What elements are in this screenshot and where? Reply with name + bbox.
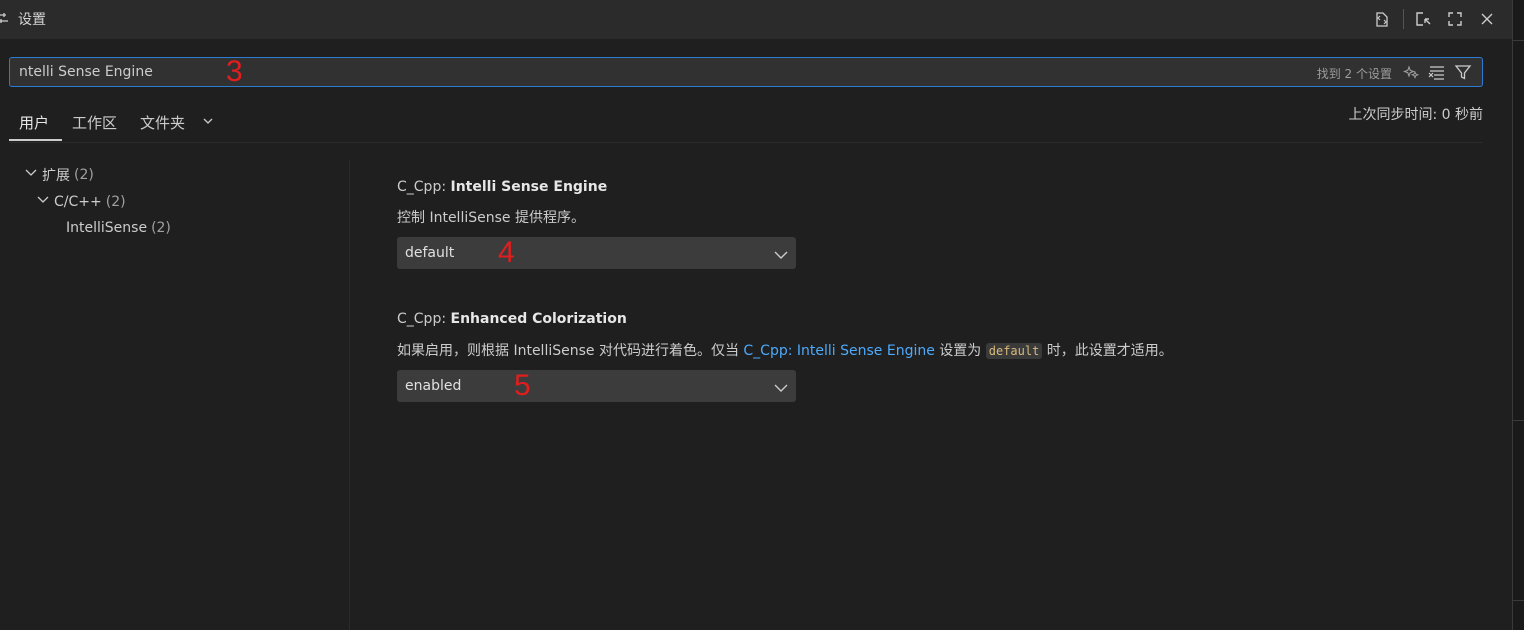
enhanced-colorization-select[interactable]: enabled 5: [397, 369, 796, 402]
intellisense-engine-select[interactable]: default 4: [397, 236, 796, 269]
tree-item-extensions[interactable]: 扩展 (2): [24, 165, 94, 185]
annotation-number: 3: [226, 55, 243, 88]
settings-scope-tabs: 用户 工作区 文件夹: [9, 106, 1483, 143]
setting-description: 如果启用，则根据 IntelliSense 对代码进行着色。仅当 C_Cpp: …: [397, 340, 1173, 360]
split-editor-icon[interactable]: [1410, 7, 1436, 31]
title-bar: 设置: [0, 0, 1512, 39]
maximize-icon[interactable]: [1442, 7, 1468, 31]
title-actions: [1363, 7, 1500, 31]
tree-item-cpp[interactable]: C/C++ (2): [36, 193, 126, 211]
desc-text: 如果启用，则根据 IntelliSense 对代码进行着色。仅当: [397, 343, 744, 359]
tab-workspace[interactable]: 工作区: [72, 112, 117, 133]
chevron-down-icon: [24, 166, 42, 184]
setting-title: C_Cpp: Enhanced Colorization: [397, 311, 627, 327]
search-query: ntelli Sense Engine: [19, 64, 153, 80]
desc-text: 时，此设置才适用。: [1042, 343, 1173, 359]
tree-item-count: (2): [105, 194, 126, 210]
active-tab-indicator: [9, 139, 62, 141]
open-settings-json-icon[interactable]: [1369, 7, 1395, 31]
setting-name: Enhanced Colorization: [450, 311, 627, 327]
desc-text: 设置为: [934, 343, 986, 359]
right-edge-panel: [1512, 0, 1524, 630]
setting-category: C_Cpp:: [397, 179, 451, 195]
tree-item-label: C/C++: [54, 194, 102, 210]
setting-description: 控制 IntelliSense 提供程序。: [397, 210, 585, 226]
clear-filter-icon[interactable]: [1424, 61, 1450, 83]
toolbar-divider: [1403, 9, 1404, 29]
select-value: default: [405, 245, 455, 261]
tree-item-count: (2): [74, 167, 94, 183]
tree-item-label: 扩展: [42, 168, 70, 184]
tab-folder[interactable]: 文件夹: [140, 112, 185, 133]
chevron-down-icon: [774, 381, 788, 397]
tree-item-label: IntelliSense: [66, 220, 148, 236]
settings-search-input[interactable]: ntelli Sense Engine 3 找到 2 个设置: [9, 55, 1483, 88]
settings-toc-tree: 扩展 (2) C/C++ (2) IntelliSense (2): [0, 160, 350, 630]
tree-item-count: (2): [151, 220, 171, 236]
search-tools: [1398, 61, 1476, 83]
ai-sparkle-icon[interactable]: [1398, 61, 1424, 83]
chevron-down-icon: [36, 193, 54, 211]
close-icon[interactable]: [1474, 7, 1500, 31]
sync-status: 上次同步时间: 0 秒前: [1348, 107, 1483, 123]
select-value: enabled: [405, 378, 462, 394]
chevron-down-icon: [774, 248, 788, 264]
annotation-number: 5: [514, 369, 531, 402]
tree-item-intellisense[interactable]: IntelliSense (2): [66, 220, 171, 236]
filter-icon[interactable]: [1450, 61, 1476, 83]
chevron-down-icon[interactable]: [202, 115, 214, 131]
settings-sliders-icon: [0, 10, 10, 26]
setting-link[interactable]: C_Cpp: Intelli Sense Engine: [743, 343, 934, 359]
setting-category: C_Cpp:: [397, 311, 451, 327]
setting-title: C_Cpp: Intelli Sense Engine: [397, 179, 607, 195]
setting-name: Intelli Sense Engine: [450, 179, 608, 195]
annotation-number: 4: [498, 236, 515, 269]
code-value: default: [985, 343, 1043, 359]
editor-tab-title[interactable]: 设置: [18, 9, 46, 29]
tab-user[interactable]: 用户: [19, 112, 49, 133]
search-result-count: 找到 2 个设置: [1316, 67, 1392, 81]
